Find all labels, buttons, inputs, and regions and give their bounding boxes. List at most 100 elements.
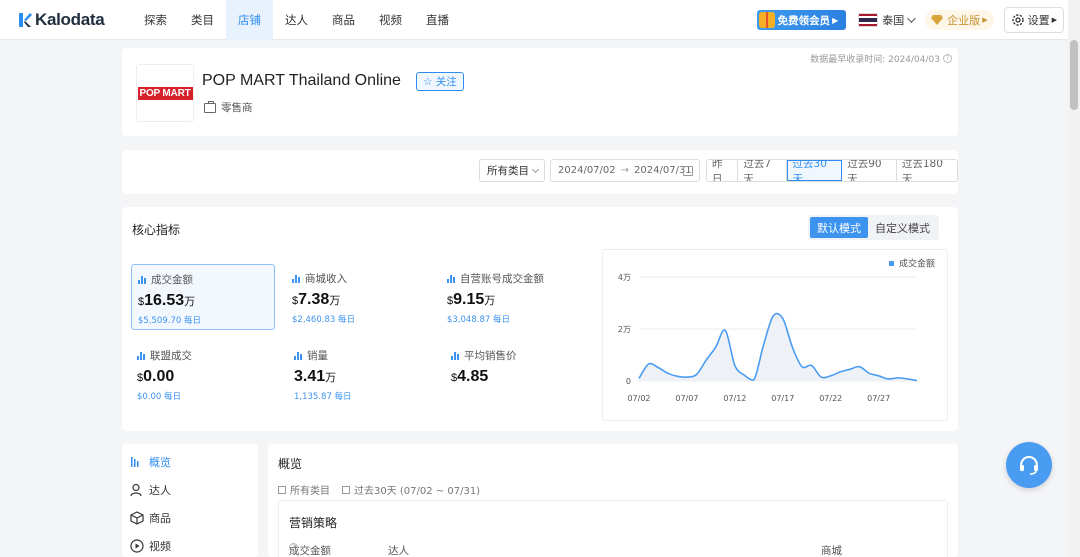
follow-button[interactable]: ☆ 关注 bbox=[416, 72, 464, 91]
logo[interactable]: Kalodata bbox=[18, 10, 132, 30]
chart-area bbox=[639, 313, 917, 381]
customer-support-button[interactable] bbox=[1006, 442, 1052, 488]
settings-button[interactable]: 设置 ▶ bbox=[1003, 7, 1064, 33]
page-scrollbar[interactable] bbox=[1068, 0, 1080, 557]
metric-sub: $2,460.83 每日 bbox=[292, 315, 355, 325]
custom-mode-button[interactable]: 自定义模式 bbox=[868, 217, 937, 238]
overview-category-label: 所有类目 bbox=[290, 486, 330, 497]
data-time-label: 数据最早收录时间: 2024/04/03 bbox=[810, 55, 940, 65]
metric-number: 9.15 bbox=[453, 291, 485, 308]
metric-gmv[interactable]: 成交金额 $16.53万 $5,509.70 每日 bbox=[131, 264, 275, 330]
sidebar: 概览 达人 商品 视频 bbox=[122, 444, 258, 557]
grid-icon bbox=[278, 485, 286, 494]
store-name: POP MART Thailand Online bbox=[202, 72, 401, 89]
calendar-icon bbox=[683, 166, 693, 176]
metric-sales-volume[interactable]: 销量 3.41万 1,135.87 每日 bbox=[288, 341, 432, 407]
store-logo: POP MART bbox=[136, 64, 194, 122]
thai-flag-icon bbox=[858, 13, 879, 27]
metric-avg-price[interactable]: 平均销售价 $4.85 bbox=[445, 341, 589, 407]
default-mode-button[interactable]: 默认模式 bbox=[810, 217, 868, 238]
country-select[interactable]: 泰国 bbox=[858, 12, 916, 28]
chevron-down-icon bbox=[531, 165, 540, 174]
nav-category[interactable]: 类目 bbox=[179, 0, 226, 40]
nav-live[interactable]: 直播 bbox=[414, 0, 461, 40]
range-7d[interactable]: 过去7天 bbox=[738, 160, 787, 181]
sidebar-item-product[interactable]: 商品 bbox=[130, 510, 171, 526]
gift-icon bbox=[758, 12, 775, 28]
metric-value: $9.15万 bbox=[447, 291, 595, 309]
metric-label: 联盟成交 bbox=[137, 348, 269, 363]
nav-video[interactable]: 视频 bbox=[367, 0, 414, 40]
logo-text: Kalodata bbox=[35, 9, 105, 29]
data-time: 数据最早收录时间: 2024/04/03 ? bbox=[810, 52, 952, 65]
store-logo-text: POP MART bbox=[137, 86, 193, 100]
help-icon[interactable]: ? bbox=[943, 54, 952, 63]
metric-value: $0.00 bbox=[137, 368, 269, 386]
store-type-label: 零售商 bbox=[221, 102, 253, 114]
overview-range: 过去30天 (07/02 ~ 07/31) bbox=[342, 482, 480, 497]
chevron-down-icon bbox=[907, 14, 916, 23]
strategy-box: 营销策略 成交金额 ? 达人 商城 bbox=[278, 500, 948, 557]
strategy-title: 营销策略 bbox=[289, 516, 338, 530]
play-icon bbox=[130, 539, 144, 553]
overview-range-label: 过去30天 (07/02 ~ 07/31) bbox=[354, 486, 481, 497]
top-nav: Kalodata 探索 类目 店铺 达人 商品 视频 直播 免费领会员 ▶ 泰国 bbox=[0, 0, 1068, 40]
bar-chart-icon bbox=[292, 274, 301, 283]
sidebar-item-label: 视频 bbox=[149, 540, 171, 553]
metric-label: 自营账号成交金额 bbox=[447, 271, 595, 286]
date-range-picker[interactable]: 2024/07/02 → 2024/07/31 bbox=[550, 159, 700, 182]
range-30d[interactable]: 过去30天 bbox=[786, 160, 843, 181]
range-90d[interactable]: 过去90天 bbox=[842, 160, 897, 181]
chart-x-tick: 07/12 bbox=[723, 394, 746, 403]
range-180d[interactable]: 过去180天 bbox=[897, 160, 957, 181]
bar-chart-icon bbox=[138, 275, 147, 284]
arrow-right-icon: → bbox=[620, 165, 630, 176]
metric-label-text: 自营账号成交金额 bbox=[460, 273, 544, 285]
arrow-right-icon: ▶ bbox=[1051, 16, 1057, 24]
nav-product[interactable]: 商品 bbox=[320, 0, 367, 40]
range-yesterday[interactable]: 昨日 bbox=[707, 160, 739, 181]
help-icon[interactable]: ? bbox=[289, 543, 298, 552]
free-vip-button[interactable]: 免费领会员 ▶ bbox=[756, 10, 847, 30]
sidebar-item-overview[interactable]: 概览 bbox=[130, 454, 171, 470]
nav-explore[interactable]: 探索 bbox=[132, 0, 179, 40]
overview-category: 所有类目 bbox=[278, 482, 330, 497]
sidebar-item-video[interactable]: 视频 bbox=[130, 538, 171, 554]
bar-chart-icon bbox=[447, 274, 456, 283]
nav-creator[interactable]: 达人 bbox=[273, 0, 320, 40]
user-icon bbox=[130, 483, 142, 497]
chart-legend-label: 成交金额 bbox=[899, 258, 935, 270]
chart-x-tick: 07/02 bbox=[627, 394, 650, 403]
metric-number: 16.53 bbox=[144, 292, 185, 309]
enterprise-button[interactable]: 企业版 ▶ bbox=[925, 10, 994, 30]
chart-x-tick: 07/27 bbox=[867, 394, 890, 403]
mode-switch: 默认模式 自定义模式 bbox=[808, 215, 939, 240]
box-icon bbox=[130, 511, 144, 525]
range-buttons: 昨日 过去7天 过去30天 过去90天 过去180天 bbox=[706, 159, 958, 182]
column-creator: 达人 bbox=[388, 545, 409, 557]
metric-self-account[interactable]: 自营账号成交金额 $9.15万 $3,048.87 每日 bbox=[441, 264, 601, 330]
chart-y-tick: 2万 bbox=[618, 325, 631, 334]
sidebar-item-label: 概览 bbox=[149, 456, 171, 469]
metric-label: 销量 bbox=[294, 348, 426, 363]
metric-mall-revenue[interactable]: 商城收入 $7.38万 $2,460.83 每日 bbox=[286, 264, 430, 330]
metric-label-text: 成交金额 bbox=[151, 274, 193, 286]
metric-number: 0.00 bbox=[143, 368, 175, 385]
metric-label-text: 联盟成交 bbox=[150, 350, 192, 362]
category-select[interactable]: 所有类目 bbox=[479, 159, 545, 182]
metric-label-text: 平均销售价 bbox=[464, 350, 517, 362]
sidebar-item-creator[interactable]: 达人 bbox=[130, 482, 171, 498]
sidebar-item-label: 达人 bbox=[149, 484, 171, 497]
category-label: 所有类目 bbox=[487, 165, 529, 177]
free-vip-label: 免费领会员 bbox=[777, 14, 831, 27]
diamond-icon bbox=[931, 15, 944, 25]
nav-shop[interactable]: 店铺 bbox=[226, 0, 273, 40]
section-title: 核心指标 bbox=[132, 223, 181, 237]
store-type: 零售商 bbox=[204, 100, 253, 115]
chart-x-tick: 07/22 bbox=[819, 394, 842, 403]
scrollbar-thumb[interactable] bbox=[1070, 40, 1078, 110]
metric-affiliate[interactable]: 联盟成交 $0.00 $0.00 每日 bbox=[131, 341, 275, 407]
chart-y-tick: 0 bbox=[626, 377, 631, 386]
enterprise-label: 企业版 bbox=[947, 14, 981, 27]
sidebar-item-label: 商品 bbox=[149, 512, 171, 525]
